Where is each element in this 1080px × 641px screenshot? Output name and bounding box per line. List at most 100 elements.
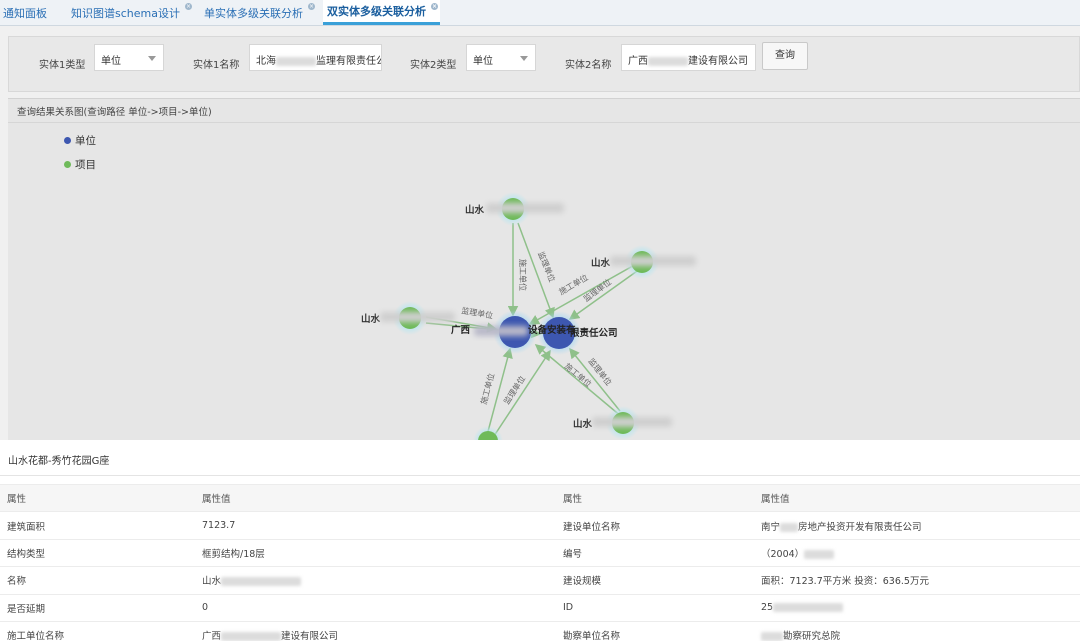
property-name: 名称: [0, 566, 195, 595]
tab-label: 双实体多级关联分析: [326, 5, 426, 18]
detail-title: 山水花都-秀竹花园G座: [8, 456, 110, 467]
column-header: 属性值: [195, 483, 556, 512]
property-name: ID: [556, 593, 754, 622]
table-row: 建筑面积 7123.7 建设单位名称 南宁 房地产投资开发有限责任公司: [0, 511, 1080, 540]
redacted-text: [474, 326, 528, 336]
redacted-text: [610, 256, 696, 266]
entity1-name-label: 实体1名称: [193, 60, 240, 71]
divider: [0, 475, 1080, 476]
edge-label: 施工单位: [478, 372, 496, 405]
entity2-name-label: 实体2名称: [565, 60, 612, 71]
entity1-name-value-start: 北海: [256, 56, 276, 67]
column-header: 属性: [556, 483, 754, 512]
project-detail-panel: 山水花都-秀竹花园G座 属性 属性值 属性 属性值 建筑面积 7123.7 建设…: [0, 440, 1080, 641]
table-header-row: 属性 属性值 属性 属性值: [0, 483, 1080, 512]
chevron-down-icon: [148, 56, 156, 61]
property-value-start: （2004）: [761, 548, 805, 560]
property-name: 建设单位名称: [556, 511, 754, 540]
redacted-text: [761, 632, 783, 641]
close-icon[interactable]: ×: [430, 3, 438, 10]
property-value: 山水: [195, 566, 556, 595]
node-label: 广西: [451, 324, 471, 336]
table-row: 施工单位名称 广西 建设有限公司 勘察单位名称 勘察研究总院: [0, 620, 1080, 641]
close-icon[interactable]: ×: [184, 3, 192, 10]
property-value: 南宁 房地产投资开发有限责任公司: [754, 511, 1080, 540]
project-node-top[interactable]: 山水: [465, 192, 564, 226]
project-node-right-top[interactable]: 山水: [591, 245, 696, 279]
property-name: 建设规模: [556, 566, 754, 595]
tab-notice-panel[interactable]: 通知面板: [0, 0, 61, 25]
redacted-text: [804, 549, 835, 559]
tab-label: 单实体多级关联分析: [203, 6, 303, 20]
chevron-down-icon: [520, 56, 528, 61]
property-name: 结构类型: [0, 538, 195, 567]
property-value-start: 25: [761, 602, 774, 614]
property-value-start: 南宁: [761, 521, 781, 533]
redacted-text: [773, 603, 844, 613]
node-label: 山水: [573, 418, 593, 430]
property-value: 框剪结构/18层: [195, 538, 556, 567]
edge-label: 施工单位: [518, 259, 528, 291]
entity2-name-value-start: 广西: [628, 56, 648, 67]
entity2-type-value: 单位: [473, 56, 493, 67]
tab-schema-design[interactable]: 知识图谱schema设计 ×: [67, 0, 194, 25]
node-label: 山水: [591, 257, 611, 269]
edge-bottom-to-unit2: [491, 349, 551, 440]
tab-label: 通知面板: [3, 6, 47, 20]
tab-double-entity-analysis[interactable]: 双实体多级关联分析 ×: [322, 0, 440, 25]
query-button[interactable]: 查询: [762, 42, 808, 70]
redacted-text: [380, 312, 455, 322]
property-value: 勘察研究总院: [754, 620, 1080, 641]
edge-label: 监理单位: [501, 374, 527, 406]
table-row: 结构类型 框剪结构/18层 编号 （2004）: [0, 538, 1080, 567]
entity2-name-value-end: 建设有限公司: [688, 56, 748, 67]
property-value-start: 山水: [202, 576, 222, 588]
node-label: 设备安装有: [528, 324, 576, 336]
relation-graph-canvas[interactable]: 施工单位 监理单位 施工单位 监理单位 监理单位 施工单位 监理单位 施工单位 …: [8, 99, 1080, 441]
entity1-name-input[interactable]: 北海 监理有限责任公: [249, 44, 382, 71]
redacted-text: [592, 417, 672, 427]
property-name: 编号: [556, 538, 754, 567]
property-value: 25: [754, 593, 1080, 622]
property-name: 是否延期: [0, 593, 195, 622]
redacted-text: [486, 203, 564, 213]
property-value: （2004）: [754, 538, 1080, 567]
property-value-end: 建设有限公司: [281, 631, 339, 641]
node-label: 山水: [465, 204, 485, 216]
redacted-text: [276, 56, 316, 66]
property-value-end: 房地产投资开发有限责任公司: [798, 521, 922, 533]
redacted-text: [221, 632, 282, 641]
redacted-text: [221, 577, 302, 587]
redacted-text: [780, 522, 799, 532]
entity1-name-value-end: 监理有限责任公: [316, 56, 382, 67]
entity1-type-label: 实体1类型: [39, 60, 86, 71]
edge-label: 监理单位: [461, 305, 494, 320]
query-filter-bar: 实体1类型 单位 实体1名称 北海 监理有限责任公 实体2类型 单位 实体2名称 …: [8, 36, 1080, 92]
entity1-type-select[interactable]: 单位: [94, 44, 164, 71]
property-table: 属性 属性值 属性 属性值 建筑面积 7123.7 建设单位名称 南宁 房地产投资…: [0, 483, 1080, 641]
column-header: 属性: [0, 483, 195, 512]
property-name: 施工单位名称: [0, 620, 195, 641]
property-name: 勘察单位名称: [556, 620, 754, 641]
redacted-text: [648, 56, 688, 66]
table-row: 是否延期 0 ID 25: [0, 593, 1080, 622]
project-node-left[interactable]: 山水: [361, 301, 455, 335]
table-row: 名称 山水 建设规模 面积：7123.7平方米 投资：636.5万元: [0, 566, 1080, 595]
entity2-name-input[interactable]: 广西 建设有限公司: [621, 44, 756, 71]
property-value: 面积：7123.7平方米 投资：636.5万元: [754, 566, 1080, 595]
entity2-type-label: 实体2类型: [410, 60, 457, 71]
entity2-type-select[interactable]: 单位: [466, 44, 536, 71]
node-label: 限责任公司: [570, 327, 618, 339]
close-icon[interactable]: ×: [307, 3, 315, 10]
tab-bar: 通知面板 知识图谱schema设计 × 单实体多级关联分析 × 双实体多级关联分…: [0, 0, 1080, 26]
project-node-bottom-right[interactable]: 山水: [573, 406, 672, 440]
node-label: 山水: [361, 313, 381, 325]
entity1-type-value: 单位: [101, 56, 121, 67]
tab-single-entity-analysis[interactable]: 单实体多级关联分析 ×: [200, 0, 317, 25]
tab-label: 知识图谱schema设计: [71, 6, 180, 20]
property-value-start: 广西: [202, 631, 222, 641]
column-header: 属性值: [754, 483, 1080, 512]
property-value: 0: [195, 593, 556, 622]
relation-graph-panel: 查询结果关系图(查询路径 单位->项目->单位) 单位 项目 施工单位 监理单位…: [8, 98, 1080, 441]
property-value-end: 勘察研究总院: [783, 631, 841, 641]
